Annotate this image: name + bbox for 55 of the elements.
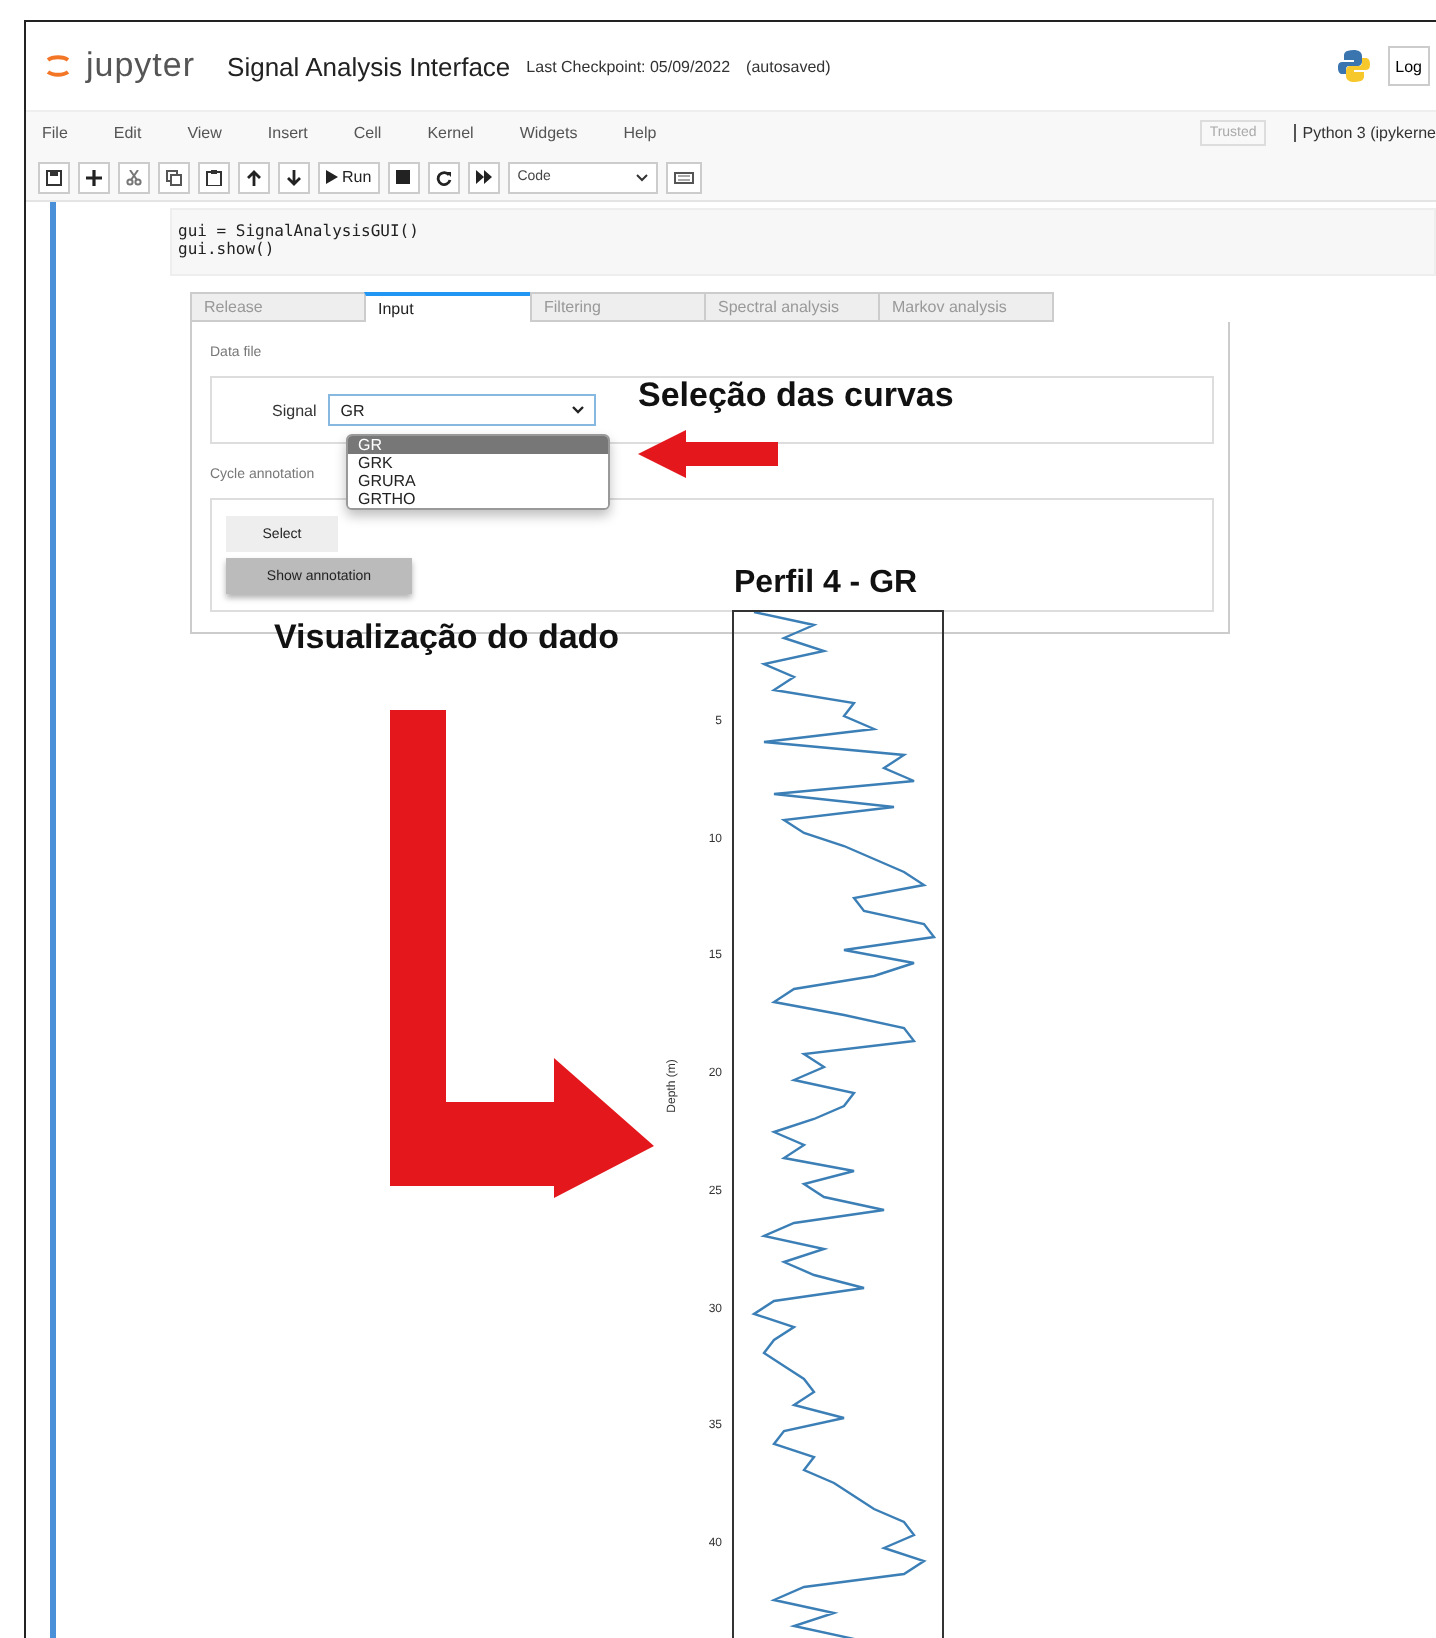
notebook-title[interactable]: Signal Analysis Interface: [227, 51, 511, 81]
menu-item[interactable]: Edit: [113, 124, 142, 142]
plot-title: Perfil 4 - GR: [734, 566, 918, 602]
signal-label: Signal: [272, 401, 317, 419]
l-shaped-arrow-icon: [390, 710, 654, 1198]
fast-forward-icon: [475, 170, 492, 184]
menu-item[interactable]: View: [187, 124, 222, 142]
run-all-button[interactable]: [467, 161, 500, 193]
chevron-down-icon: [572, 406, 585, 414]
login-button[interactable]: Log: [1387, 46, 1430, 86]
menu-item[interactable]: Kernel: [427, 124, 474, 142]
dropdown-option[interactable]: GR: [348, 436, 608, 454]
restart-icon: [435, 169, 452, 185]
annotation-text: Seleção das curvas: [638, 376, 954, 416]
play-icon: [326, 170, 338, 184]
checkpoint-text: Last Checkpoint: 05/09/2022: [526, 57, 731, 75]
copy-button[interactable]: [158, 161, 190, 193]
menu-item[interactable]: Insert: [267, 124, 308, 142]
add-cell-button[interactable]: [78, 161, 110, 193]
arrow-up-icon: [246, 169, 262, 185]
save-button[interactable]: [38, 161, 70, 193]
clipboard-icon: [206, 169, 222, 185]
tab[interactable]: Input: [364, 292, 532, 322]
scissors-icon: [126, 169, 142, 185]
python-logo-icon: [1335, 48, 1372, 84]
menu-item[interactable]: Widgets: [519, 124, 578, 142]
arrow-down-icon: [286, 169, 302, 185]
dropdown-option[interactable]: GRURA: [348, 472, 608, 490]
menu-item[interactable]: File: [42, 124, 68, 142]
kernel-name[interactable]: Python 3 (ipykerne: [1294, 124, 1436, 142]
plus-icon: [86, 169, 102, 185]
arrow-left-icon: [638, 430, 778, 478]
dropdown-option[interactable]: GRTHO: [348, 490, 608, 508]
keyboard-button[interactable]: [665, 161, 702, 193]
paste-button[interactable]: [198, 161, 230, 193]
annotation-text: Visualização do dado: [274, 618, 620, 658]
move-up-button[interactable]: [238, 161, 270, 193]
stop-button[interactable]: [387, 161, 420, 193]
logo-icon: [46, 50, 70, 82]
save-icon: [46, 169, 62, 185]
restart-button[interactable]: [427, 161, 460, 193]
keyboard-icon: [673, 171, 694, 183]
menu-item[interactable]: Cell: [353, 124, 382, 142]
copy-icon: [166, 169, 182, 185]
chevron-down-icon: [635, 173, 648, 181]
move-down-button[interactable]: [278, 161, 310, 193]
logo-text: jupyter: [86, 46, 196, 86]
menu-item[interactable]: Help: [623, 124, 657, 142]
cut-button[interactable]: [118, 161, 150, 193]
run-button[interactable]: Run: [318, 161, 380, 193]
dropdown-option[interactable]: GRK: [348, 454, 608, 472]
autosave-text: (autosaved): [746, 57, 831, 75]
code-cell[interactable]: gui = SignalAnalysisGUI() gui.show(): [170, 208, 1436, 276]
stop-icon: [396, 170, 411, 184]
signal-dropdown[interactable]: GR: [328, 394, 597, 426]
